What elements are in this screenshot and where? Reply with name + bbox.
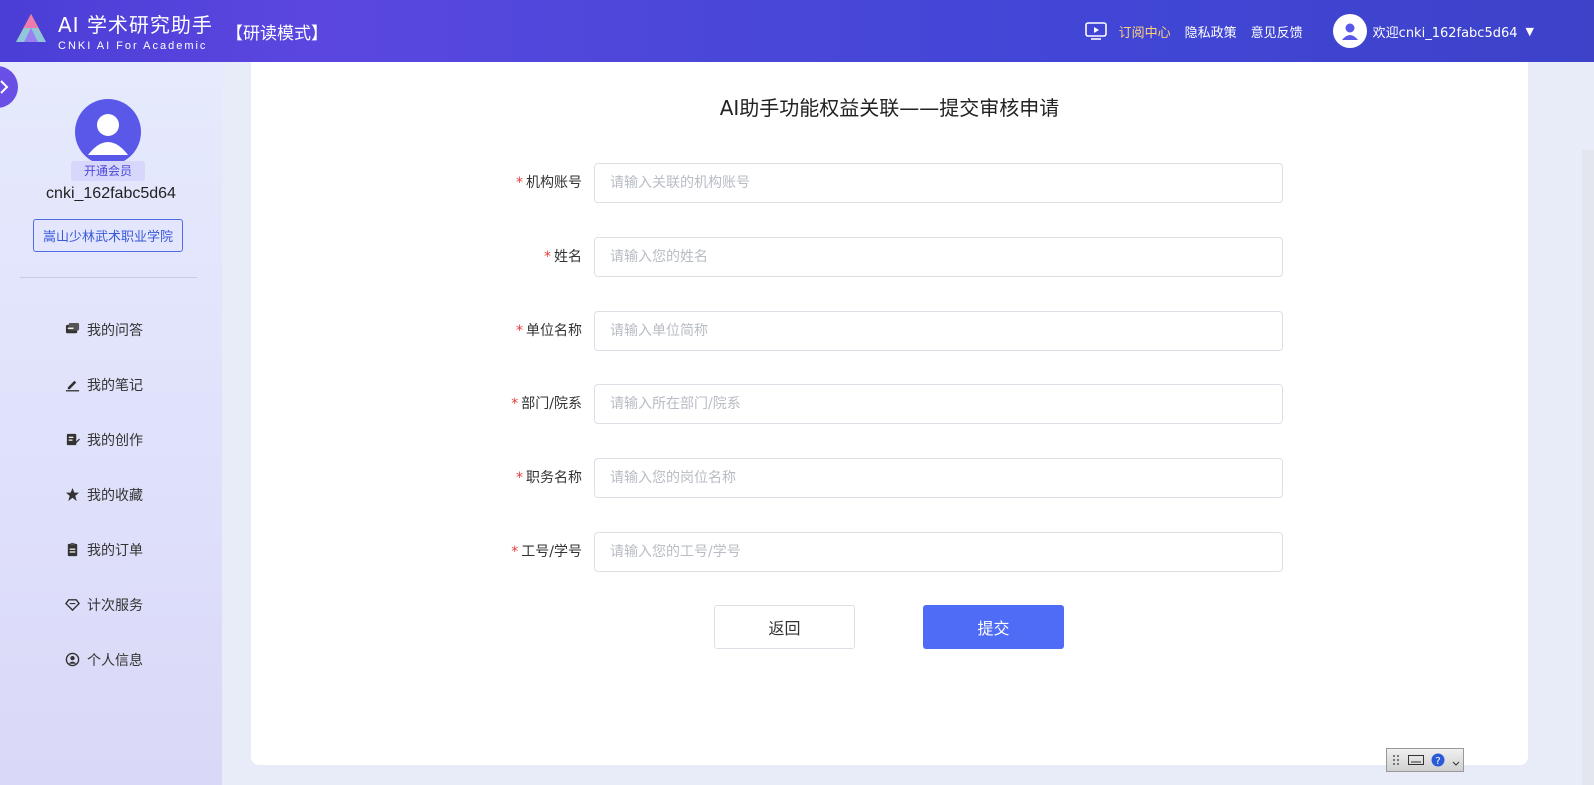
profile-avatar[interactable] (75, 99, 141, 165)
field-label: * 职务名称 (516, 458, 582, 498)
ime-toolbar[interactable]: ? (1386, 748, 1464, 772)
back-button[interactable]: 返回 (714, 605, 855, 649)
privacy-link[interactable]: 隐私政策 (1185, 22, 1237, 41)
help-icon[interactable]: ? (1431, 753, 1445, 767)
page-scrollbar[interactable] (1582, 150, 1594, 785)
field-label-text: 职务名称 (526, 470, 582, 486)
avatar[interactable] (1332, 14, 1367, 48)
staff-id-input[interactable] (594, 532, 1283, 572)
field-name: * 姓名 (251, 237, 1528, 277)
field-label-text: 机构账号 (526, 175, 582, 191)
tv-icon[interactable] (1084, 22, 1107, 40)
edit-doc-icon (66, 433, 80, 446)
required-mark: * (516, 323, 523, 339)
field-label: * 工号/学号 (511, 532, 582, 572)
user-icon (1341, 23, 1358, 40)
sidebar-item-label: 我的笔记 (87, 377, 143, 394)
sidebar-item-creations[interactable]: 我的创作 (0, 412, 222, 467)
sidebar-item-notes[interactable]: 我的笔记 (0, 357, 222, 412)
org-name-input[interactable] (594, 311, 1283, 351)
org-account-input[interactable] (594, 163, 1283, 203)
grip-icon[interactable] (1391, 753, 1401, 767)
profile-username: cnki_162fabc5d64 (46, 185, 176, 202)
required-mark: * (516, 470, 523, 486)
chat-icon (65, 322, 80, 334)
user-greeting: 欢迎cnki_162fabc5d64 (1372, 25, 1518, 41)
sidebar-item-metered[interactable]: 计次服务 (0, 577, 222, 632)
required-mark: * (511, 544, 519, 560)
chevron-down-icon[interactable]: ▼ (1526, 25, 1534, 38)
required-mark: * (511, 396, 519, 412)
field-label: * 姓名 (544, 237, 582, 277)
sidebar-item-qa[interactable]: 我的问答 (0, 302, 222, 357)
field-label-text: 姓名 (554, 249, 582, 265)
sidebar-item-orders[interactable]: 我的订单 (0, 522, 222, 577)
field-staff-id: * 工号/学号 (251, 532, 1528, 572)
field-label: * 部门/院系 (511, 384, 582, 424)
header-nav: 订阅中心 隐私政策 意见反馈 欢迎cnki_162fabc5d64 ▼ (1084, 0, 1534, 62)
required-mark: * (544, 249, 551, 265)
application-form-card: AI助手功能权益关联——提交审核申请 *机构账号 *姓名 *单位名称 *部门/院… (251, 62, 1528, 765)
job-title-input[interactable] (594, 458, 1283, 498)
form-title: AI助手功能权益关联——提交审核申请 (719, 96, 1060, 120)
star-icon (65, 487, 80, 502)
field-department: * 部门/院系 (251, 384, 1528, 424)
sidebar-item-label: 我的收藏 (87, 487, 143, 504)
sidebar-item-label: 我的订单 (87, 542, 143, 559)
field-job-title: * 职务名称 (251, 458, 1528, 498)
clipboard-icon (67, 542, 78, 557)
top-header: AI 学术研究助手 CNKI AI For Academic 【研读模式】 订阅… (0, 0, 1594, 62)
user-menu[interactable]: 欢迎cnki_162fabc5d64 ▼ (1332, 14, 1534, 48)
user-icon (88, 114, 128, 155)
mode-label: 【研读模式】 (226, 24, 328, 44)
name-input[interactable] (594, 237, 1283, 277)
chevron-right-icon (0, 80, 9, 94)
feedback-link[interactable]: 意见反馈 (1251, 22, 1303, 41)
keyboard-icon[interactable] (1407, 755, 1424, 765)
sidebar-item-favorites[interactable]: 我的收藏 (0, 467, 222, 522)
required-mark: * (516, 175, 523, 191)
field-label: * 单位名称 (516, 311, 582, 351)
brand[interactable]: AI 学术研究助手 CNKI AI For Academic (58, 9, 213, 52)
app-logo-icon[interactable] (14, 12, 48, 46)
department-input[interactable] (594, 384, 1283, 424)
user-circle-icon (65, 652, 80, 667)
field-label: * 机构账号 (516, 163, 582, 203)
sidebar-item-label: 计次服务 (87, 597, 143, 614)
field-org-account: * 机构账号 (251, 163, 1528, 203)
vip-badge[interactable]: 开通会员 (71, 161, 145, 181)
svg-text:?: ? (1435, 756, 1440, 767)
pencil-icon (65, 380, 80, 392)
sidebar-divider (20, 277, 197, 278)
field-label-text: 单位名称 (526, 323, 582, 339)
chevron-down-icon[interactable] (1452, 753, 1460, 767)
field-label-text: 工号/学号 (521, 544, 582, 560)
sidebar-item-label: 我的问答 (87, 322, 143, 339)
sidebar-item-label: 我的创作 (87, 432, 143, 449)
brand-subtitle: CNKI AI For Academic (58, 40, 208, 52)
field-org-name: * 单位名称 (251, 311, 1528, 351)
brand-title: AI 学术研究助手 (58, 13, 213, 37)
subscribe-link[interactable]: 订阅中心 (1119, 22, 1171, 41)
diamond-icon (65, 599, 80, 612)
sidebar-menu: 我的问答 我的笔记 我的创作 我的收藏 我的订单 计次服务 个人信息 (0, 302, 222, 687)
org-button[interactable]: 嵩山少林武术职业学院 (33, 219, 183, 252)
submit-button[interactable]: 提交 (923, 605, 1064, 649)
sidebar-item-label: 个人信息 (87, 652, 143, 669)
sidebar-item-profile[interactable]: 个人信息 (0, 632, 222, 687)
field-label-text: 部门/院系 (521, 396, 582, 412)
sidebar-toggle-button[interactable] (0, 66, 18, 108)
sidebar: 开通会员 cnki_162fabc5d64 嵩山少林武术职业学院 我的问答 我的… (0, 62, 222, 785)
